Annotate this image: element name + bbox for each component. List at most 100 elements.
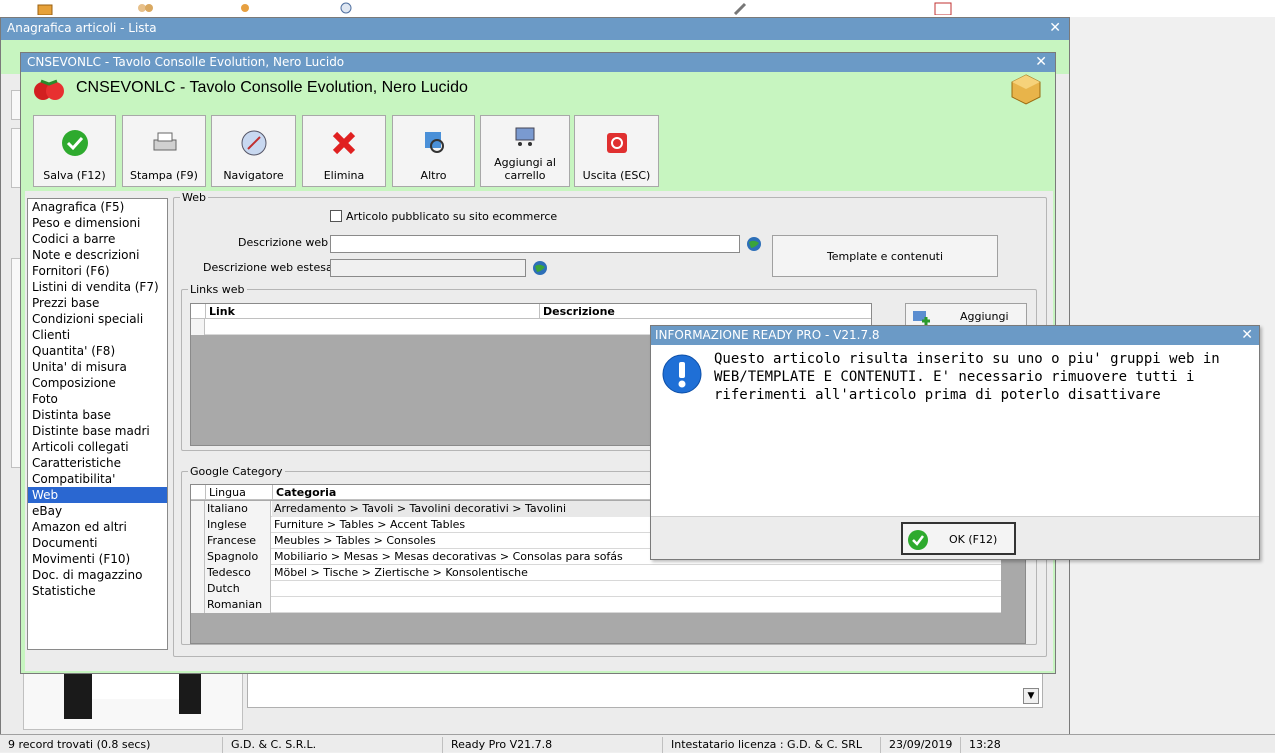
- sidebar-item[interactable]: Amazon ed altri: [28, 519, 167, 535]
- sidebar-item[interactable]: Compatibilita': [28, 471, 167, 487]
- product-image-panel: [23, 668, 243, 730]
- table-row[interactable]: Tedesco Möbel > Tische > Ziertische > Kon…: [191, 565, 1001, 581]
- status-records: 9 record trovati (0.8 secs): [8, 738, 151, 751]
- sidebar-item[interactable]: Foto: [28, 391, 167, 407]
- article-detail-title: CNSEVONLC - Tavolo Consolle Evolution, N…: [27, 55, 345, 69]
- sidebar-item[interactable]: Composizione: [28, 375, 167, 391]
- web-description-input[interactable]: [330, 235, 740, 253]
- sidebar-item[interactable]: Fornitori (F6): [28, 263, 167, 279]
- sidebar-item[interactable]: Peso e dimensioni: [28, 215, 167, 231]
- exit-button-label: Uscita (ESC): [582, 169, 651, 182]
- calendar-icon[interactable]: [933, 2, 953, 16]
- published-checkbox-label: Articolo pubblicato su sito ecommerce: [346, 210, 558, 223]
- table-row[interactable]: Romanian: [191, 597, 1001, 613]
- article-detail-titlebar: CNSEVONLC - Tavolo Consolle Evolution, N…: [21, 53, 1055, 72]
- dropdown-arrow-icon[interactable]: ▼: [1023, 688, 1039, 704]
- sidebar-item[interactable]: Movimenti (F10): [28, 551, 167, 567]
- row-indicator: [191, 597, 205, 613]
- category-cell[interactable]: Furniture > Tables > Accent Tables: [272, 517, 465, 533]
- sidebar-item[interactable]: Articoli collegati: [28, 439, 167, 455]
- status-license: Intestatario licenza : G.D. & C. SRL: [662, 737, 880, 753]
- close-icon[interactable]: ✕: [1035, 54, 1047, 70]
- sidebar-item[interactable]: Anagrafica (F5): [28, 199, 167, 215]
- sidebar-item[interactable]: Condizioni speciali: [28, 311, 167, 327]
- sidebar-item[interactable]: Caratteristiche: [28, 455, 167, 471]
- box-icon[interactable]: [35, 2, 55, 16]
- sidebar-item[interactable]: Statistiche: [28, 583, 167, 599]
- close-icon[interactable]: ✕: [1049, 20, 1061, 36]
- save-button[interactable]: Salva (F12): [33, 115, 116, 187]
- sidebar-item[interactable]: Distinte base madri: [28, 423, 167, 439]
- links-web-legend: Links web: [190, 283, 245, 296]
- sidebar-item[interactable]: Listini di vendita (F7): [28, 279, 167, 295]
- category-cell[interactable]: Meubles > Tables > Consoles: [272, 533, 436, 549]
- sidebar-item[interactable]: Note e descrizioni: [28, 247, 167, 263]
- language-cell: Francese: [205, 533, 271, 549]
- navigator-button-label: Navigatore: [223, 169, 284, 182]
- print-button[interactable]: Stampa (F9): [122, 115, 206, 187]
- strawberry-logo-icon: [29, 76, 69, 102]
- delete-button-label: Elimina: [323, 169, 365, 182]
- row-indicator: [191, 319, 205, 335]
- clock-icon[interactable]: [336, 2, 356, 15]
- globe-icon[interactable]: [532, 260, 548, 276]
- exit-button[interactable]: Uscita (ESC): [574, 115, 659, 187]
- web-extended-description-input[interactable]: [330, 259, 526, 277]
- category-cell[interactable]: [272, 581, 274, 597]
- notes-area[interactable]: [247, 668, 1043, 708]
- language-cell: Dutch: [205, 581, 271, 597]
- sidebar-item[interactable]: Unita' di misura: [28, 359, 167, 375]
- links-col-description[interactable]: Descrizione: [539, 304, 871, 319]
- add-to-cart-button[interactable]: Aggiungi al carrello: [480, 115, 570, 187]
- table-row[interactable]: Dutch: [191, 581, 1001, 597]
- row-indicator: [191, 517, 205, 533]
- template-contents-button[interactable]: Template e contenuti: [772, 235, 998, 277]
- users-icon[interactable]: [135, 2, 155, 15]
- other-button-label: Altro: [420, 169, 447, 182]
- globe-icon[interactable]: [746, 236, 762, 252]
- magnifier-icon: [419, 128, 449, 158]
- row-indicator: [191, 565, 205, 581]
- google-col-language[interactable]: Lingua: [205, 485, 272, 500]
- side-menu: Anagrafica (F5) Peso e dimensioni Codici a…: [27, 198, 168, 650]
- category-cell[interactable]: [272, 597, 274, 613]
- add-link-button-label: Aggiungi: [960, 310, 1009, 323]
- person-icon[interactable]: [235, 2, 255, 15]
- info-dialog-title: INFORMAZIONE READY PRO - V21.7.8: [655, 328, 880, 342]
- app-top-toolbar: [0, 0, 1275, 17]
- links-col-link[interactable]: Link: [205, 304, 539, 319]
- sidebar-item[interactable]: Web: [28, 487, 167, 503]
- tools-icon[interactable]: [731, 2, 751, 16]
- language-cell: Spagnolo: [205, 549, 271, 565]
- delete-button[interactable]: Elimina: [302, 115, 386, 187]
- google-category-legend: Google Category: [190, 465, 283, 478]
- status-company: G.D. & C. S.R.L.: [222, 737, 442, 753]
- sidebar-item[interactable]: Distinta base: [28, 407, 167, 423]
- category-cell[interactable]: Möbel > Tische > Ziertische > Konsolenti…: [272, 565, 528, 581]
- language-cell: Italiano: [205, 501, 271, 517]
- google-grid-corner: [191, 485, 205, 500]
- close-icon[interactable]: ✕: [1241, 327, 1253, 343]
- articles-list-titlebar: Anagrafica articoli - Lista ✕: [1, 18, 1069, 40]
- links-grid-corner: [191, 304, 205, 319]
- ok-button[interactable]: OK (F12): [901, 522, 1016, 555]
- printer-icon: [149, 128, 179, 158]
- article-heading: CNSEVONLC - Tavolo Consolle Evolution, N…: [76, 79, 468, 96]
- category-cell[interactable]: Mobiliario > Mesas > Mesas decorativas >…: [272, 549, 623, 565]
- sidebar-item[interactable]: Documenti: [28, 535, 167, 551]
- sidebar-item[interactable]: Prezzi base: [28, 295, 167, 311]
- navigator-button[interactable]: Navigatore: [211, 115, 296, 187]
- delete-x-icon: [329, 128, 359, 158]
- published-checkbox[interactable]: [330, 210, 342, 222]
- info-message-line: Questo articolo risulta inserito su uno …: [714, 351, 1220, 367]
- sidebar-item[interactable]: Quantita' (F8): [28, 343, 167, 359]
- sidebar-item[interactable]: Codici a barre: [28, 231, 167, 247]
- check-icon: [907, 529, 929, 554]
- row-indicator: [191, 549, 205, 565]
- sidebar-item[interactable]: Doc. di magazzino: [28, 567, 167, 583]
- status-date: 23/09/2019: [880, 737, 960, 753]
- sidebar-item[interactable]: eBay: [28, 503, 167, 519]
- language-cell: Romanian: [205, 597, 271, 613]
- other-button[interactable]: Altro: [392, 115, 475, 187]
- sidebar-item[interactable]: Clienti: [28, 327, 167, 343]
